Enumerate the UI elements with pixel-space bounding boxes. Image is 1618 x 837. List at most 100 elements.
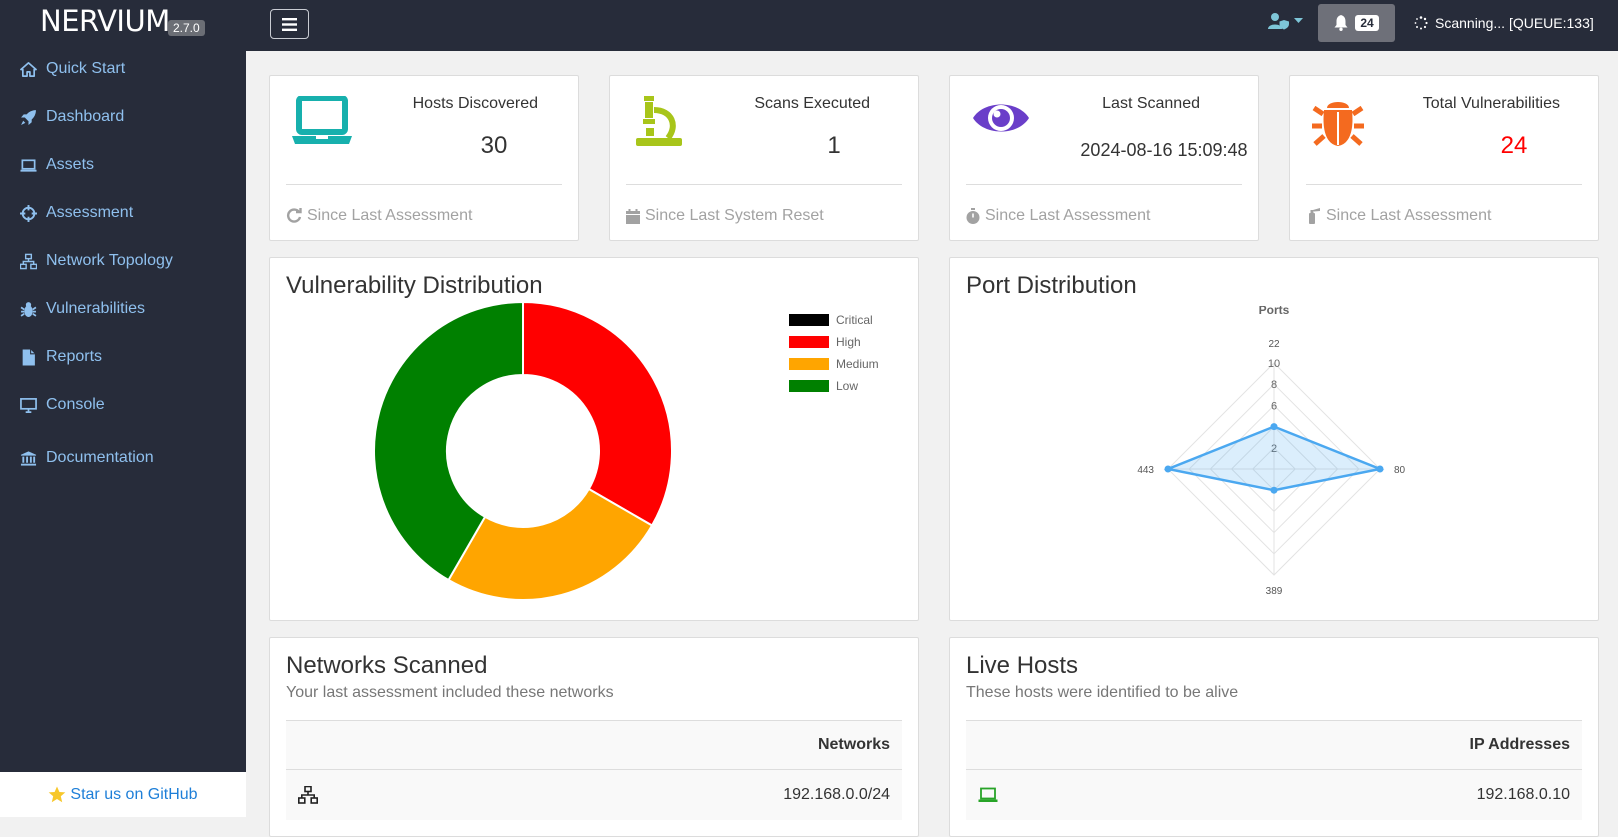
live-hosts-panel: Live Hosts These hosts were identified t… <box>949 637 1599 837</box>
stat-value: 30 <box>480 132 508 159</box>
radar-point-389[interactable] <box>1270 486 1278 494</box>
scan-status: Scanning... [QUEUE:133] <box>1414 15 1594 31</box>
sidebar-item-label: Quick Start <box>46 60 126 77</box>
stat-value: 1 <box>827 132 841 159</box>
sidebar-item-label: Vulnerabilities <box>46 300 146 317</box>
sitemap-icon <box>20 253 37 269</box>
app-logo[interactable]: NERVIUM <box>40 4 170 38</box>
legend-item-low[interactable]: Low <box>789 375 879 397</box>
donut-slice-high[interactable] <box>522 300 673 527</box>
university-icon <box>20 450 37 466</box>
sidebar-item-assets[interactable]: Assets <box>20 156 94 174</box>
sidebar-item-reports[interactable]: Reports <box>20 348 102 366</box>
panel-subtitle: Your last assessment included these netw… <box>286 684 614 701</box>
legend-item-high[interactable]: High <box>789 331 879 353</box>
bell-icon <box>1334 15 1348 31</box>
stat-footer-text: Since Last Assessment <box>1326 207 1492 224</box>
radar-axis-label-389: 389 <box>1266 586 1283 597</box>
calendar-icon <box>626 208 640 224</box>
laptop-icon <box>978 787 998 802</box>
stat-value: 24 <box>1500 132 1528 159</box>
github-link-label: Star us on GitHub <box>70 785 198 803</box>
radar-point-80[interactable] <box>1376 465 1384 473</box>
radar-axis-label-22: 22 <box>1268 339 1280 350</box>
port-distribution-panel: Port Distribution Ports268102280389443 <box>949 257 1599 621</box>
host-ip: 192.168.0.10 <box>1476 786 1570 803</box>
redo-icon <box>287 208 302 223</box>
bug-icon <box>1312 96 1364 155</box>
rocket-icon <box>21 109 36 125</box>
panel-subtitle: These hosts were identified to be alive <box>966 684 1239 701</box>
desktop-icon <box>20 397 37 413</box>
stat-footer-text: Since Last System Reset <box>645 207 824 224</box>
stopwatch-icon <box>966 208 980 224</box>
user-menu-button[interactable] <box>1268 12 1303 30</box>
legend-swatch <box>789 314 829 326</box>
divider <box>1306 184 1582 185</box>
legend-label: Low <box>836 379 859 393</box>
sidebar-item-vulnerabilities[interactable]: Vulnerabilities <box>20 300 145 318</box>
star-icon <box>49 786 66 803</box>
sidebar-toggle-button[interactable] <box>270 9 309 39</box>
divider <box>286 184 562 185</box>
crosshairs-icon <box>20 204 37 222</box>
stat-card-scans-executed: Scans Executed 1 Since Last System Reset <box>609 75 919 241</box>
column-header-ip-addresses: IP Addresses <box>1469 736 1571 753</box>
legend-swatch <box>789 380 829 392</box>
github-star-link[interactable]: Star us on GitHub <box>0 772 246 817</box>
chart-legend: Critical High Medium Low <box>789 309 879 397</box>
divider <box>966 184 1242 185</box>
sitemap-icon <box>298 786 318 804</box>
table-row[interactable]: 192.168.0.10 <box>966 770 1582 820</box>
stat-card-total-vulnerabilities: Total Vulnerabilities 24 Since Last Asse… <box>1289 75 1599 241</box>
sidebar-item-documentation[interactable]: Documentation <box>20 449 154 467</box>
table-row[interactable]: 192.168.0.0/24 <box>286 770 902 820</box>
stat-title: Scans Executed <box>754 95 870 112</box>
sidebar-item-network-topology[interactable]: Network Topology <box>20 252 173 270</box>
table-header: Networks <box>286 720 902 770</box>
laptop-icon <box>20 158 37 172</box>
sidebar-item-assessment[interactable]: Assessment <box>20 204 133 222</box>
radar-point-22[interactable] <box>1270 423 1278 431</box>
sidebar-item-label: Assessment <box>46 204 134 221</box>
legend-swatch <box>789 336 829 348</box>
sidebar-item-label: Documentation <box>46 449 154 466</box>
radar-tick-label: 6 <box>1271 400 1277 412</box>
stat-footer: Since Last Assessment <box>286 207 472 225</box>
sidebar-item-console[interactable]: Console <box>20 396 105 414</box>
sidebar-item-quick-start[interactable]: Quick Start <box>20 60 125 78</box>
fire-extinguisher-icon <box>1309 208 1320 224</box>
stat-footer: Since Last Assessment <box>966 207 1150 225</box>
radar-point-443[interactable] <box>1164 465 1172 473</box>
divider <box>626 184 902 185</box>
radar-axis-label-443: 443 <box>1137 465 1154 476</box>
legend-swatch <box>789 358 829 370</box>
stat-footer-text: Since Last Assessment <box>985 207 1151 224</box>
table-header: IP Addresses <box>966 720 1582 770</box>
stat-value: 2024-08-16 15:09:48 <box>1080 140 1248 160</box>
legend-item-critical[interactable]: Critical <box>789 309 879 331</box>
notifications-button[interactable]: 24 <box>1318 4 1395 42</box>
radar-tick-label: 10 <box>1268 358 1280 370</box>
stat-footer-text: Since Last Assessment <box>307 207 473 224</box>
scan-status-text: Scanning... [QUEUE:133] <box>1435 15 1594 31</box>
sidebar-item-label: Assets <box>46 156 95 173</box>
networks-scanned-panel: Networks Scanned Your last assessment in… <box>269 637 919 837</box>
hamburger-icon <box>282 17 297 31</box>
legend-label: Medium <box>836 357 879 371</box>
notification-count-badge: 24 <box>1355 15 1379 31</box>
home-icon <box>20 61 37 77</box>
panel-title: Networks Scanned <box>286 652 488 679</box>
legend-label: High <box>836 335 861 349</box>
bug-icon <box>20 301 37 317</box>
sidebar: Quick Start Dashboard Assets Assessment … <box>0 51 246 817</box>
panel-title: Port Distribution <box>966 272 1137 299</box>
sidebar-item-label: Console <box>46 396 105 413</box>
stat-footer: Since Last System Reset <box>626 207 824 225</box>
legend-item-medium[interactable]: Medium <box>789 353 879 375</box>
user-shield-icon <box>1268 13 1289 30</box>
sidebar-item-dashboard[interactable]: Dashboard <box>20 108 124 126</box>
radar-series-area <box>1163 425 1385 492</box>
network-cidr: 192.168.0.0/24 <box>783 786 890 803</box>
vulnerability-distribution-panel: Vulnerability Distribution Critical High M… <box>269 257 919 621</box>
